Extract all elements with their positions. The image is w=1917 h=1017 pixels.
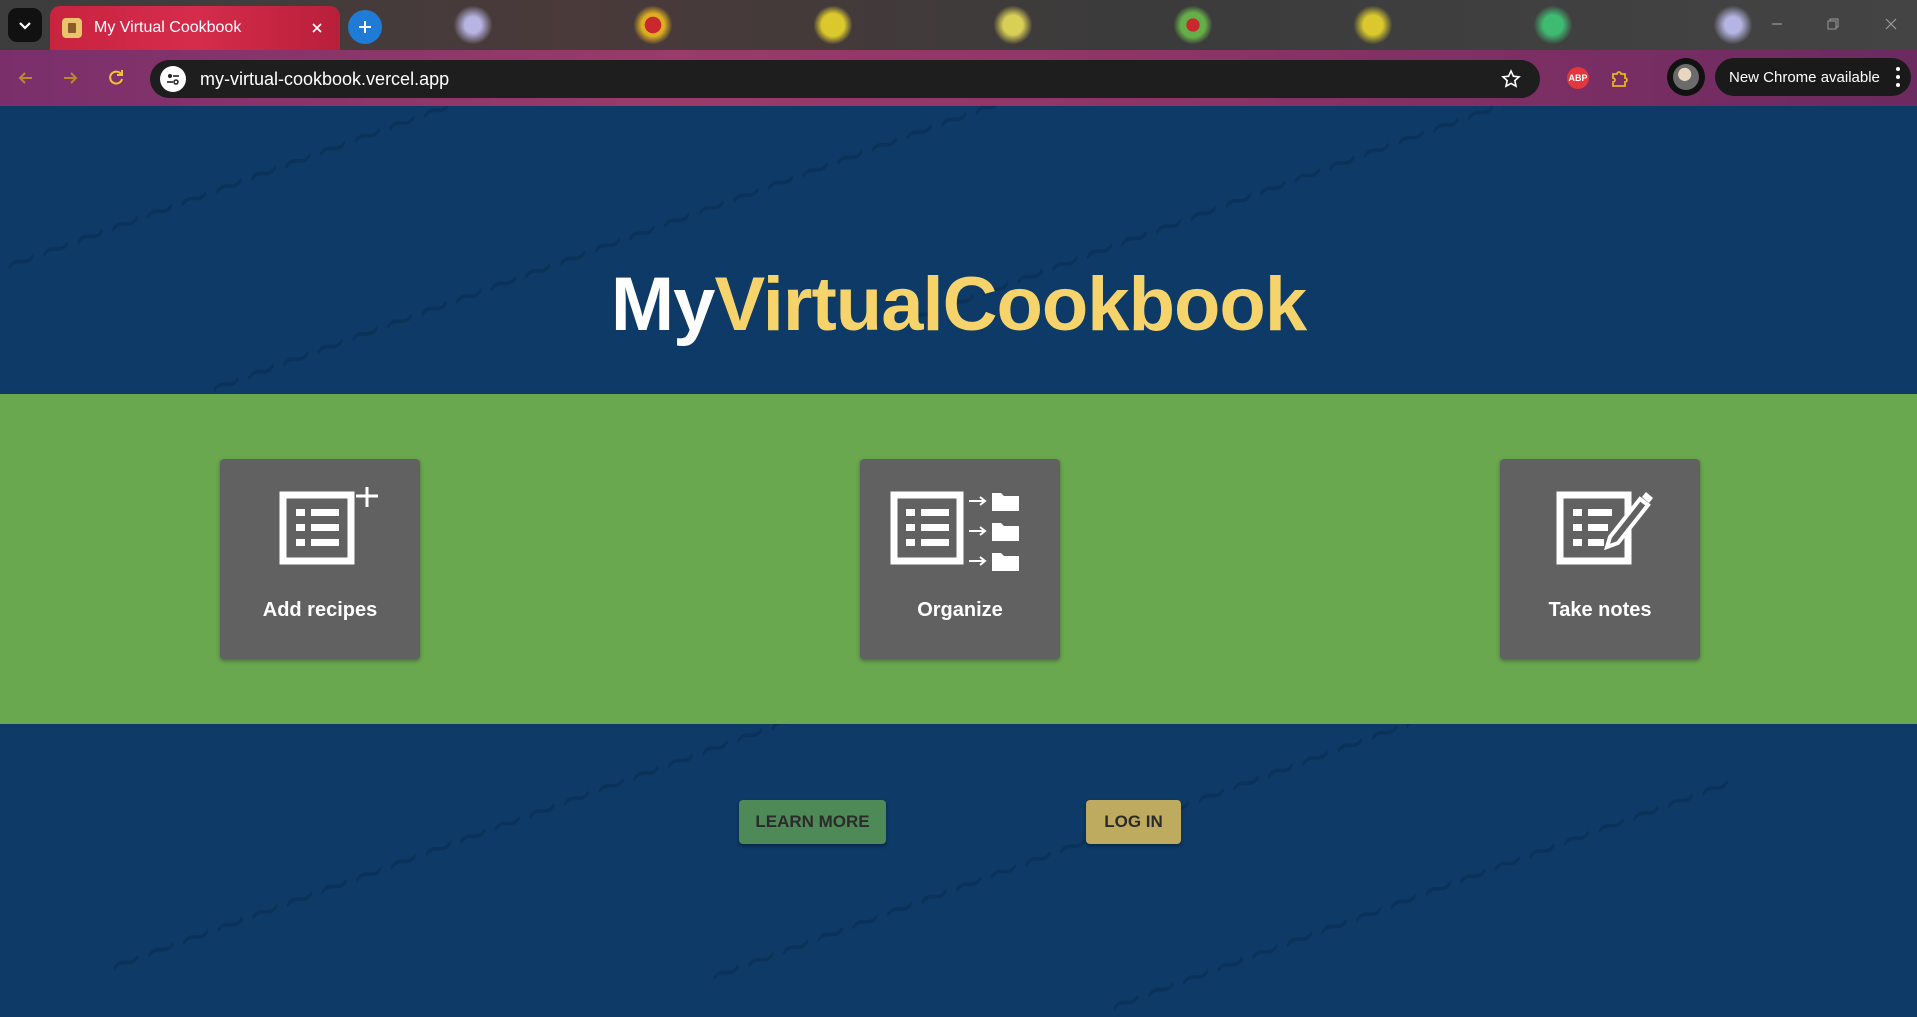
- feature-card-organize: Organize: [860, 459, 1060, 659]
- close-icon: [1885, 18, 1897, 30]
- profile-avatar[interactable]: [1667, 58, 1705, 96]
- features-section: Add recipes Organize Take notes: [0, 394, 1917, 724]
- minimize-window-button[interactable]: [1762, 12, 1792, 36]
- cookbook-favicon-icon: [62, 18, 82, 38]
- close-window-button[interactable]: [1876, 12, 1906, 36]
- reload-button[interactable]: [100, 62, 132, 94]
- page-viewport: ~~~~~~~~~~~~~~~~~~~~~~~~~~~~ ~~~~~~~~~~~…: [0, 106, 1917, 1017]
- minimize-icon: [1772, 23, 1782, 25]
- browser-tab-strip: My Virtual Cookbook: [0, 0, 1917, 50]
- adblock-extension-icon[interactable]: ABP: [1567, 67, 1589, 89]
- theme-decoration: [630, 2, 676, 48]
- forward-button[interactable]: [54, 62, 86, 94]
- browser-toolbar: my-virtual-cookbook.vercel.app ABP: [0, 50, 1917, 106]
- bookmark-star-icon[interactable]: [1496, 64, 1526, 94]
- site-info-icon[interactable]: [160, 66, 186, 92]
- feature-card-take-notes: Take notes: [1500, 459, 1700, 659]
- theme-decoration: [1530, 2, 1576, 48]
- restore-icon: [1827, 18, 1839, 30]
- list-to-folders-icon: [890, 487, 1030, 577]
- theme-decoration: [810, 2, 856, 48]
- site-logo: MyVirtualCookbook: [0, 261, 1917, 348]
- actions-section: ~~~~~~~~~~~~~~~~~~~~ ~~~~~~~~~~~~~~~~~~~…: [0, 724, 1917, 1017]
- feature-label: Add recipes: [262, 599, 378, 621]
- tab-title: My Virtual Cookbook: [94, 19, 242, 36]
- theme-decoration: [1170, 2, 1216, 48]
- log-in-button[interactable]: LOG IN: [1086, 800, 1181, 844]
- learn-more-button[interactable]: LEARN MORE: [739, 800, 886, 844]
- logo-virtual-cookbook: VirtualCookbook: [714, 262, 1307, 347]
- theme-decoration: [450, 2, 496, 48]
- theme-decoration: [990, 2, 1036, 48]
- extensions-puzzle-icon[interactable]: [1606, 64, 1634, 92]
- hero-section: ~~~~~~~~~~~~~~~~~~~~~~~~~~~~ ~~~~~~~~~~~…: [0, 106, 1917, 394]
- url-text[interactable]: my-virtual-cookbook.vercel.app: [200, 69, 1496, 90]
- theme-decoration: [1350, 2, 1396, 48]
- avatar-photo-icon: [1673, 64, 1699, 90]
- logo-my: My: [610, 262, 716, 347]
- new-tab-button[interactable]: [348, 10, 382, 44]
- back-button[interactable]: [10, 62, 42, 94]
- arrow-right-icon: [64, 72, 78, 84]
- close-tab-icon[interactable]: [306, 17, 328, 39]
- theme-decoration: [1710, 2, 1756, 48]
- feature-label: Organize: [917, 599, 1003, 621]
- feature-label: Take notes: [1548, 599, 1652, 621]
- reload-icon: [109, 70, 123, 85]
- chrome-update-button[interactable]: New Chrome available: [1715, 58, 1911, 96]
- chevron-down-icon: [19, 22, 31, 30]
- list-edit-icon: [1530, 487, 1670, 577]
- browser-tab[interactable]: My Virtual Cookbook: [50, 6, 340, 50]
- restore-window-button[interactable]: [1818, 12, 1848, 36]
- address-bar[interactable]: my-virtual-cookbook.vercel.app: [150, 60, 1540, 98]
- plus-icon: [359, 21, 371, 33]
- feature-card-add-recipes: Add recipes: [220, 459, 420, 659]
- list-add-icon: [250, 487, 390, 577]
- arrow-left-icon: [18, 72, 32, 84]
- update-label: New Chrome available: [1729, 68, 1880, 86]
- kebab-menu-icon[interactable]: [1895, 67, 1901, 87]
- tab-search-button[interactable]: [8, 8, 42, 42]
